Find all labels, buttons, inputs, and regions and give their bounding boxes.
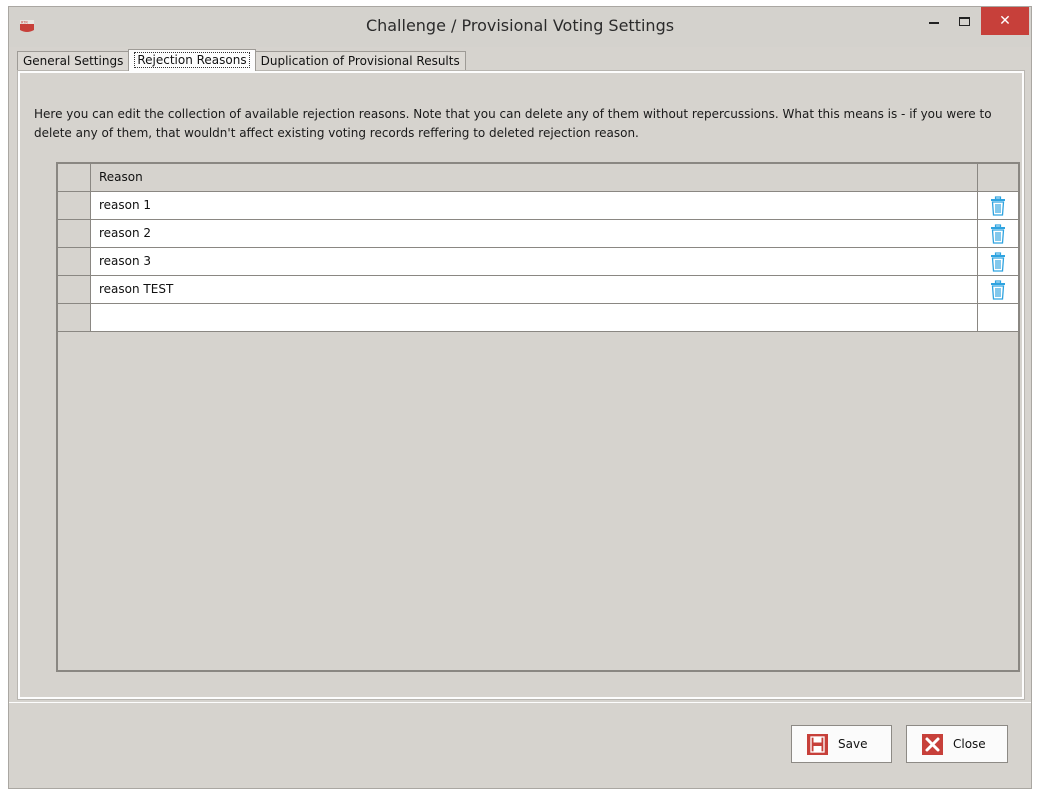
- save-icon: [807, 733, 828, 755]
- save-label: Save: [838, 737, 868, 751]
- row-selector[interactable]: [58, 276, 91, 304]
- row-selector-header[interactable]: [58, 164, 91, 192]
- rejection-reasons-panel: Here you can edit the collection of avai…: [17, 70, 1025, 700]
- window-title: Challenge / Provisional Voting Settings: [365, 16, 675, 35]
- close-label: Close: [953, 737, 986, 751]
- row-selector[interactable]: [58, 248, 91, 276]
- minimize-button[interactable]: [919, 7, 949, 35]
- reasons-grid: Reason reason 1 reason 2 reason 3 reason…: [56, 162, 1020, 672]
- close-icon: ✕: [999, 13, 1011, 29]
- tab-strip: General Settings Rejection Reasons Dupli…: [17, 49, 466, 71]
- description-text: Here you can edit the collection of avai…: [34, 107, 992, 140]
- delete-button[interactable]: [978, 248, 1018, 276]
- trash-icon: [991, 251, 1005, 272]
- new-row[interactable]: [58, 304, 1018, 332]
- tab-rejection-reasons[interactable]: Rejection Reasons: [128, 49, 256, 71]
- reason-cell[interactable]: reason 1: [91, 192, 978, 220]
- row-selector[interactable]: [58, 192, 91, 220]
- empty-action-cell: [978, 304, 1018, 332]
- delete-button[interactable]: [978, 192, 1018, 220]
- tab-general-settings[interactable]: General Settings: [17, 51, 130, 71]
- maximize-icon: [958, 16, 970, 26]
- trash-icon: [991, 195, 1005, 216]
- footer-divider: [9, 702, 1031, 703]
- window-close-button[interactable]: ✕: [981, 7, 1029, 35]
- action-column-header: [978, 164, 1018, 192]
- title-bar[interactable]: RTR Challenge / Provisional Voting Setti…: [9, 7, 1031, 47]
- close-x-icon: [922, 733, 943, 755]
- trash-icon: [991, 223, 1005, 244]
- reason-cell[interactable]: reason 3: [91, 248, 978, 276]
- table-row[interactable]: reason 1: [58, 192, 1018, 220]
- reason-column-header[interactable]: Reason: [91, 164, 978, 192]
- delete-button[interactable]: [978, 220, 1018, 248]
- delete-button[interactable]: [978, 276, 1018, 304]
- close-button[interactable]: Close: [906, 725, 1008, 763]
- tab-label: General Settings: [23, 54, 124, 68]
- table-row[interactable]: reason 2: [58, 220, 1018, 248]
- reason-cell[interactable]: reason TEST: [91, 276, 978, 304]
- tab-duplication-of-provisional-results[interactable]: Duplication of Provisional Results: [254, 51, 466, 71]
- tab-label: Rejection Reasons: [134, 52, 250, 68]
- new-reason-cell[interactable]: [91, 304, 978, 332]
- grid-header-row: Reason: [58, 164, 1018, 192]
- reason-cell[interactable]: reason 2: [91, 220, 978, 248]
- maximize-button[interactable]: [949, 7, 979, 35]
- table-row[interactable]: reason TEST: [58, 276, 1018, 304]
- save-button[interactable]: Save: [791, 725, 892, 763]
- tab-label: Duplication of Provisional Results: [260, 54, 460, 68]
- row-selector[interactable]: [58, 220, 91, 248]
- trash-icon: [991, 279, 1005, 300]
- settings-window: RTR Challenge / Provisional Voting Setti…: [8, 6, 1032, 789]
- minimize-icon: [929, 22, 939, 24]
- row-selector[interactable]: [58, 304, 91, 332]
- table-row[interactable]: reason 3: [58, 248, 1018, 276]
